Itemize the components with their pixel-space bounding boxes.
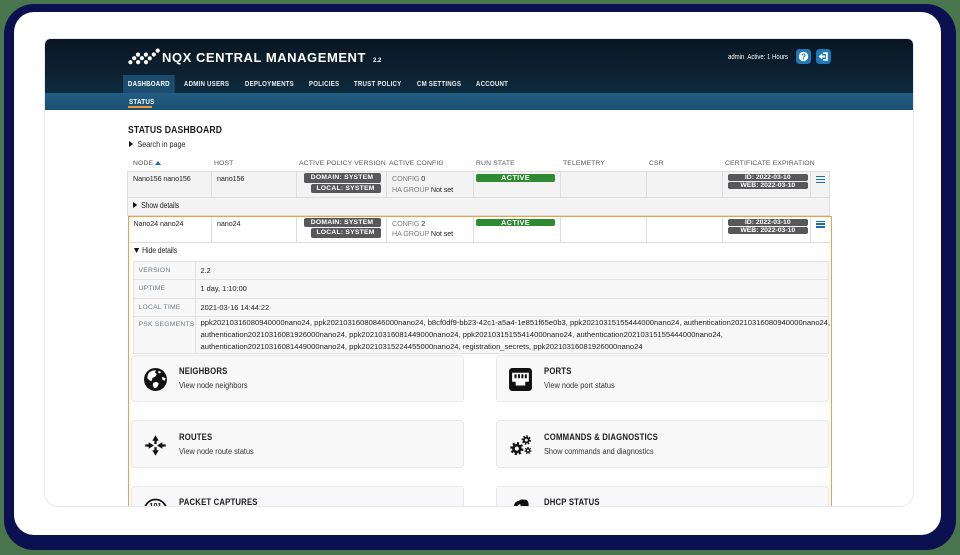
svg-text:101: 101	[149, 501, 161, 507]
svg-text:?: ?	[801, 52, 806, 61]
